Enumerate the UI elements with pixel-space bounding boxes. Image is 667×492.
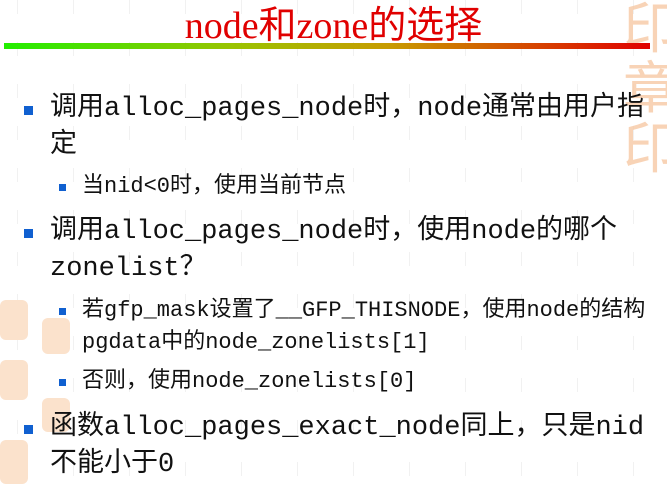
bullet-2: 调用alloc_pages_node时，使用node的哪个zonelist？ <box>24 214 660 288</box>
bullet-icon <box>59 308 66 315</box>
sub-bullet-1-1: 当nid<0时，使用当前节点 <box>59 171 662 203</box>
decorative-seal-icon <box>42 318 70 354</box>
sub-bullet-2-1: 若gfp_mask设置了__GFP_THISNODE，使用node的结构pgda… <box>59 295 662 359</box>
slide-title: node和zone的选择 <box>184 5 483 47</box>
bullet-icon <box>24 229 33 238</box>
bullet-3: 函数alloc_pages_exact_node同上，只是nid不能小于0 <box>24 410 660 484</box>
bullet-icon <box>59 184 66 191</box>
bullet-icon <box>24 106 33 115</box>
title-gradient-bar <box>4 43 650 49</box>
bullet-1: 调用alloc_pages_node时，node通常由用户指定 <box>24 91 660 165</box>
decorative-seal-icon <box>0 360 28 400</box>
bullet-icon <box>24 425 33 434</box>
decorative-seal-icon <box>0 300 28 340</box>
bullet-icon <box>59 379 66 386</box>
sub-bullet-2-2: 否则，使用node_zonelists[0] <box>59 366 662 398</box>
decorative-seal-icon <box>0 440 28 484</box>
